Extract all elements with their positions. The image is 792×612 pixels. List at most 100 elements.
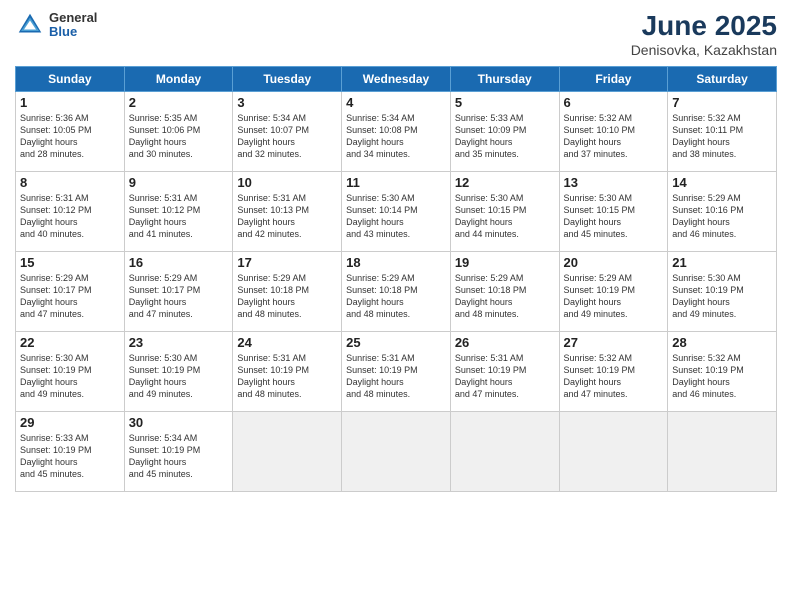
header-saturday: Saturday: [668, 67, 777, 92]
calendar-cell: 17 Sunrise: 5:29 AM Sunset: 10:18 PM Day…: [233, 252, 342, 332]
calendar-cell: 29 Sunrise: 5:33 AM Sunset: 10:19 PM Day…: [16, 412, 125, 492]
calendar-cell: 11 Sunrise: 5:30 AM Sunset: 10:14 PM Day…: [342, 172, 451, 252]
day-info: Sunrise: 5:33 AM Sunset: 10:09 PM Daylig…: [455, 112, 555, 161]
day-info: Sunrise: 5:31 AM Sunset: 10:19 PM Daylig…: [237, 352, 337, 401]
location: Denisovka, Kazakhstan: [631, 42, 777, 58]
header-sunday: Sunday: [16, 67, 125, 92]
day-info: Sunrise: 5:31 AM Sunset: 10:13 PM Daylig…: [237, 192, 337, 241]
calendar-cell: 27 Sunrise: 5:32 AM Sunset: 10:19 PM Day…: [559, 332, 668, 412]
day-number: 28: [672, 335, 772, 350]
day-number: 14: [672, 175, 772, 190]
day-info: Sunrise: 5:35 AM Sunset: 10:06 PM Daylig…: [129, 112, 229, 161]
calendar-cell: [233, 412, 342, 492]
day-info: Sunrise: 5:31 AM Sunset: 10:12 PM Daylig…: [129, 192, 229, 241]
header-thursday: Thursday: [450, 67, 559, 92]
day-info: Sunrise: 5:34 AM Sunset: 10:19 PM Daylig…: [129, 432, 229, 481]
calendar-week-row: 22 Sunrise: 5:30 AM Sunset: 10:19 PM Day…: [16, 332, 777, 412]
calendar-cell: 9 Sunrise: 5:31 AM Sunset: 10:12 PM Dayl…: [124, 172, 233, 252]
calendar-cell: 26 Sunrise: 5:31 AM Sunset: 10:19 PM Day…: [450, 332, 559, 412]
month-title: June 2025: [631, 10, 777, 42]
calendar-cell: 23 Sunrise: 5:30 AM Sunset: 10:19 PM Day…: [124, 332, 233, 412]
day-number: 18: [346, 255, 446, 270]
day-info: Sunrise: 5:31 AM Sunset: 10:12 PM Daylig…: [20, 192, 120, 241]
calendar-cell: [342, 412, 451, 492]
header-wednesday: Wednesday: [342, 67, 451, 92]
calendar-cell: 6 Sunrise: 5:32 AM Sunset: 10:10 PM Dayl…: [559, 92, 668, 172]
calendar-cell: 14 Sunrise: 5:29 AM Sunset: 10:16 PM Day…: [668, 172, 777, 252]
day-info: Sunrise: 5:29 AM Sunset: 10:16 PM Daylig…: [672, 192, 772, 241]
day-info: Sunrise: 5:32 AM Sunset: 10:10 PM Daylig…: [564, 112, 664, 161]
day-number: 15: [20, 255, 120, 270]
calendar-cell: 3 Sunrise: 5:34 AM Sunset: 10:07 PM Dayl…: [233, 92, 342, 172]
day-info: Sunrise: 5:29 AM Sunset: 10:19 PM Daylig…: [564, 272, 664, 321]
day-info: Sunrise: 5:29 AM Sunset: 10:18 PM Daylig…: [346, 272, 446, 321]
calendar-week-row: 8 Sunrise: 5:31 AM Sunset: 10:12 PM Dayl…: [16, 172, 777, 252]
calendar-cell: 30 Sunrise: 5:34 AM Sunset: 10:19 PM Day…: [124, 412, 233, 492]
logo-text: General Blue: [49, 11, 97, 40]
calendar-cell: 4 Sunrise: 5:34 AM Sunset: 10:08 PM Dayl…: [342, 92, 451, 172]
day-number: 5: [455, 95, 555, 110]
header: General Blue June 2025 Denisovka, Kazakh…: [15, 10, 777, 58]
calendar-cell: 22 Sunrise: 5:30 AM Sunset: 10:19 PM Day…: [16, 332, 125, 412]
logo: General Blue: [15, 10, 97, 40]
day-number: 29: [20, 415, 120, 430]
calendar-cell: 25 Sunrise: 5:31 AM Sunset: 10:19 PM Day…: [342, 332, 451, 412]
day-info: Sunrise: 5:29 AM Sunset: 10:18 PM Daylig…: [455, 272, 555, 321]
header-friday: Friday: [559, 67, 668, 92]
day-number: 7: [672, 95, 772, 110]
day-info: Sunrise: 5:33 AM Sunset: 10:19 PM Daylig…: [20, 432, 120, 481]
calendar-cell: 13 Sunrise: 5:30 AM Sunset: 10:15 PM Day…: [559, 172, 668, 252]
day-info: Sunrise: 5:30 AM Sunset: 10:19 PM Daylig…: [129, 352, 229, 401]
day-number: 22: [20, 335, 120, 350]
day-info: Sunrise: 5:34 AM Sunset: 10:07 PM Daylig…: [237, 112, 337, 161]
calendar-cell: 21 Sunrise: 5:30 AM Sunset: 10:19 PM Day…: [668, 252, 777, 332]
day-info: Sunrise: 5:32 AM Sunset: 10:19 PM Daylig…: [672, 352, 772, 401]
calendar-cell: [559, 412, 668, 492]
day-number: 26: [455, 335, 555, 350]
day-info: Sunrise: 5:30 AM Sunset: 10:14 PM Daylig…: [346, 192, 446, 241]
calendar-cell: 1 Sunrise: 5:36 AM Sunset: 10:05 PM Dayl…: [16, 92, 125, 172]
calendar-cell: 19 Sunrise: 5:29 AM Sunset: 10:18 PM Day…: [450, 252, 559, 332]
calendar-cell: [450, 412, 559, 492]
calendar-week-row: 1 Sunrise: 5:36 AM Sunset: 10:05 PM Dayl…: [16, 92, 777, 172]
page: General Blue June 2025 Denisovka, Kazakh…: [0, 0, 792, 612]
day-number: 2: [129, 95, 229, 110]
day-number: 23: [129, 335, 229, 350]
calendar-cell: 18 Sunrise: 5:29 AM Sunset: 10:18 PM Day…: [342, 252, 451, 332]
calendar-cell: 10 Sunrise: 5:31 AM Sunset: 10:13 PM Day…: [233, 172, 342, 252]
day-info: Sunrise: 5:32 AM Sunset: 10:11 PM Daylig…: [672, 112, 772, 161]
calendar-header-row: Sunday Monday Tuesday Wednesday Thursday…: [16, 67, 777, 92]
calendar-cell: 20 Sunrise: 5:29 AM Sunset: 10:19 PM Day…: [559, 252, 668, 332]
day-number: 6: [564, 95, 664, 110]
day-number: 30: [129, 415, 229, 430]
day-info: Sunrise: 5:30 AM Sunset: 10:19 PM Daylig…: [672, 272, 772, 321]
day-number: 19: [455, 255, 555, 270]
day-number: 1: [20, 95, 120, 110]
calendar-cell: 15 Sunrise: 5:29 AM Sunset: 10:17 PM Day…: [16, 252, 125, 332]
day-info: Sunrise: 5:34 AM Sunset: 10:08 PM Daylig…: [346, 112, 446, 161]
logo-general-text: General: [49, 11, 97, 25]
day-info: Sunrise: 5:30 AM Sunset: 10:15 PM Daylig…: [564, 192, 664, 241]
calendar-table: Sunday Monday Tuesday Wednesday Thursday…: [15, 66, 777, 492]
calendar-week-row: 29 Sunrise: 5:33 AM Sunset: 10:19 PM Day…: [16, 412, 777, 492]
day-info: Sunrise: 5:31 AM Sunset: 10:19 PM Daylig…: [455, 352, 555, 401]
day-info: Sunrise: 5:32 AM Sunset: 10:19 PM Daylig…: [564, 352, 664, 401]
day-number: 16: [129, 255, 229, 270]
day-number: 25: [346, 335, 446, 350]
calendar-week-row: 15 Sunrise: 5:29 AM Sunset: 10:17 PM Day…: [16, 252, 777, 332]
day-number: 9: [129, 175, 229, 190]
day-number: 24: [237, 335, 337, 350]
day-number: 27: [564, 335, 664, 350]
day-number: 13: [564, 175, 664, 190]
calendar-cell: 2 Sunrise: 5:35 AM Sunset: 10:06 PM Dayl…: [124, 92, 233, 172]
day-info: Sunrise: 5:36 AM Sunset: 10:05 PM Daylig…: [20, 112, 120, 161]
calendar-cell: [668, 412, 777, 492]
calendar-cell: 12 Sunrise: 5:30 AM Sunset: 10:15 PM Day…: [450, 172, 559, 252]
header-monday: Monday: [124, 67, 233, 92]
day-info: Sunrise: 5:29 AM Sunset: 10:18 PM Daylig…: [237, 272, 337, 321]
logo-icon: [15, 10, 45, 40]
day-number: 12: [455, 175, 555, 190]
header-tuesday: Tuesday: [233, 67, 342, 92]
day-number: 8: [20, 175, 120, 190]
day-number: 4: [346, 95, 446, 110]
